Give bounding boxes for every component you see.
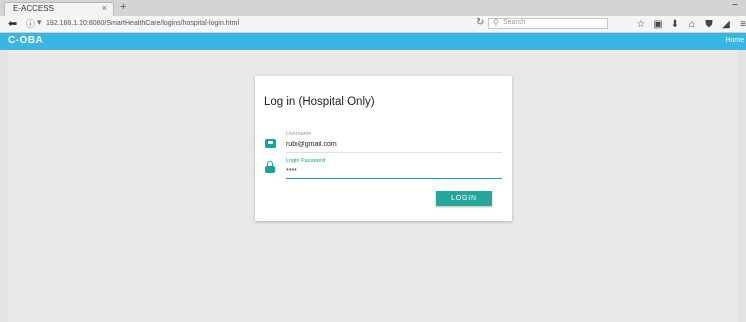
account-box-icon [265, 139, 276, 148]
search-placeholder: Search [503, 19, 526, 26]
search-input[interactable]: ⚲ Search [488, 18, 608, 29]
password-field[interactable] [286, 166, 502, 177]
share-icon[interactable]: ◢ [721, 19, 731, 30]
lock-icon [265, 161, 275, 173]
search-icon: ⚲ [493, 18, 499, 27]
site-identity-icon[interactable]: ▾ [37, 17, 42, 28]
address-bar[interactable]: 192.168.1.10:8080/SmartHealthCare/logins… [46, 18, 466, 29]
page-title: Log in (Hospital Only) [264, 96, 375, 108]
star-icon[interactable]: ☆ [636, 19, 646, 30]
new-tab-button[interactable]: + [120, 1, 126, 13]
home-link[interactable]: Home [725, 37, 744, 44]
reload-icon[interactable]: ↻ [476, 17, 484, 28]
download-icon[interactable]: ⬇ [670, 19, 680, 30]
browser-tab[interactable]: E-ACCESS × [4, 2, 114, 16]
shield-icon[interactable]: ⛊ [704, 19, 714, 30]
username-field[interactable] [286, 139, 502, 150]
toolbar-icons: ☆ ▣ ⬇ ⌂ ⛊ ◢ ≡ [636, 16, 746, 32]
login-card: Log in (Hospital Only) Username Login Pa… [255, 76, 512, 221]
home-icon[interactable]: ⌂ [687, 19, 697, 30]
close-tab-icon[interactable]: × [102, 3, 107, 13]
browser-window: E-ACCESS × + − ⬅ ⓘ ▾ 192.168.1.10:8080/S… [0, 0, 746, 322]
brand-logo[interactable]: C-OBA [8, 35, 43, 46]
password-label: Login Password [286, 158, 326, 164]
menu-icon[interactable]: ≡ [738, 19, 746, 30]
back-arrow-icon[interactable]: ⬅ [8, 17, 17, 30]
page-margin-left [0, 50, 8, 322]
navigation-bar: ⬅ ⓘ ▾ 192.168.1.10:8080/SmartHealthCare/… [0, 16, 746, 33]
bookmark-icon[interactable]: ▣ [653, 19, 663, 30]
username-label: Username [286, 131, 312, 137]
login-button[interactable]: LOGIN [436, 191, 492, 206]
password-underline [286, 178, 502, 179]
info-icon[interactable]: ⓘ [26, 17, 35, 30]
minimize-window-button[interactable]: − [732, 0, 738, 11]
tab-strip: E-ACCESS × + − [0, 0, 746, 16]
tab-title: E-ACCESS [13, 4, 54, 13]
username-underline [286, 152, 502, 153]
page-margin-right [738, 50, 746, 322]
app-header: C-OBA Home [0, 33, 746, 50]
